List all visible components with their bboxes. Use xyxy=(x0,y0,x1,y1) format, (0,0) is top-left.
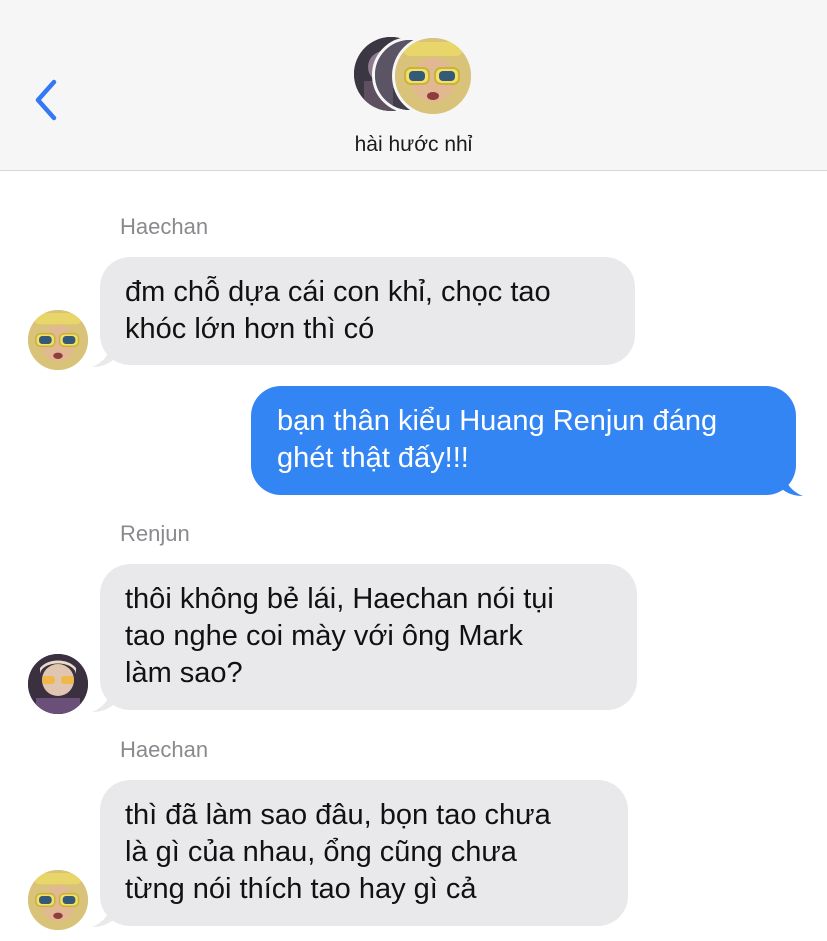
sender-label: Renjun xyxy=(120,521,190,546)
group-avatar-front xyxy=(392,35,474,117)
contact-avatar[interactable] xyxy=(28,870,88,930)
conversation-title[interactable]: hài hước nhỉ xyxy=(0,133,827,157)
group-avatars[interactable] xyxy=(352,35,476,117)
sender-label: Haechan xyxy=(120,737,209,762)
message-bubble[interactable]: đm chỗ dựa cái con khỉ, chọc tao khóc lớ… xyxy=(100,257,635,365)
message-bubble[interactable]: thôi không bẻ lái, Haechan nói tụi tao n… xyxy=(100,564,637,710)
contact-avatar[interactable] xyxy=(28,654,88,714)
message-bubble-outgoing[interactable]: bạn thân kiểu Huang Renjun đáng ghét thậ… xyxy=(251,386,796,495)
message-bubble[interactable]: thì đã làm sao đâu, bọn tao chưa là gì c… xyxy=(100,780,628,926)
contact-avatar[interactable] xyxy=(28,310,88,370)
conversation-header: hài hước nhỉ xyxy=(0,0,827,171)
back-button[interactable] xyxy=(30,78,64,122)
sender-label: Haechan xyxy=(120,214,209,239)
chevron-left-icon xyxy=(35,79,57,121)
